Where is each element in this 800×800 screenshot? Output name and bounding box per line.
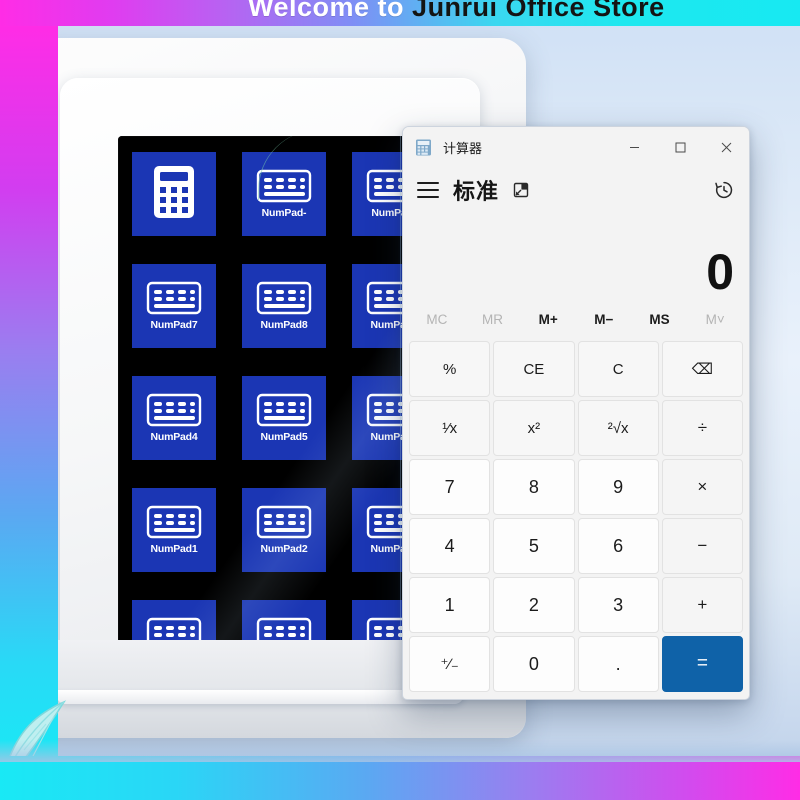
calculator-mode-title: 标准 bbox=[453, 179, 500, 204]
memory-dropdown-button[interactable]: M˅ bbox=[687, 312, 743, 327]
keyboard-icon bbox=[146, 393, 202, 427]
key-tile[interactable]: NumPad- bbox=[242, 152, 326, 236]
screenshot-root: NumPad- NumPad* NumPad7 NumPad8 NumPad9 … bbox=[0, 0, 800, 800]
memory-subtract-button[interactable]: M− bbox=[576, 312, 632, 327]
square-root-key[interactable]: ²√x bbox=[577, 400, 659, 456]
calculator-window-title: 计算器 bbox=[443, 140, 483, 156]
equals-key[interactable]: = bbox=[661, 636, 743, 692]
calculator-icon bbox=[154, 166, 194, 218]
key-tile[interactable]: NumPad2 bbox=[242, 488, 326, 572]
digit-7-key[interactable]: 7 bbox=[409, 459, 491, 515]
maximize-icon bbox=[675, 142, 685, 152]
digit-2-key[interactable]: 2 bbox=[493, 577, 575, 633]
digit-9-key[interactable]: 9 bbox=[577, 459, 659, 515]
key-tile-label: NumPad5 bbox=[260, 431, 308, 443]
digit-8-key[interactable]: 8 bbox=[493, 459, 575, 515]
key-tile[interactable]: NumPad8 bbox=[242, 264, 326, 348]
digit-0-key[interactable]: 0 bbox=[493, 636, 575, 692]
key-tile-label: NumPad2 bbox=[260, 543, 308, 555]
clear-entry-key[interactable]: CE bbox=[493, 341, 575, 397]
minimize-button[interactable] bbox=[611, 127, 657, 167]
keep-on-top-icon[interactable] bbox=[511, 180, 531, 200]
keyboard-icon bbox=[146, 281, 202, 315]
close-button[interactable] bbox=[703, 127, 749, 167]
key-tile[interactable]: NumPad7 bbox=[132, 264, 216, 348]
keyboard-icon bbox=[256, 169, 312, 203]
decimal-point-key[interactable]: . bbox=[577, 636, 659, 692]
square-key[interactable]: x² bbox=[493, 400, 575, 456]
digit-3-key[interactable]: 3 bbox=[577, 577, 659, 633]
reciprocal-key[interactable]: ¹⁄x bbox=[409, 400, 491, 456]
key-tile-label: NumPad4 bbox=[150, 431, 198, 443]
store-banner: Welcome to Junrui Office Store bbox=[0, 0, 800, 26]
calculator-command-bar: 标准 bbox=[403, 167, 749, 213]
digit-6-key[interactable]: 6 bbox=[577, 518, 659, 574]
maximize-button[interactable] bbox=[657, 127, 703, 167]
subtract-key[interactable]: − bbox=[661, 518, 743, 574]
key-tile[interactable]: NumPad4 bbox=[132, 376, 216, 460]
sign-toggle-key[interactable]: ⁺∕₋ bbox=[409, 636, 491, 692]
multiply-key[interactable]: × bbox=[661, 459, 743, 515]
key-tile-label: NumPad8 bbox=[260, 319, 308, 331]
memory-clear-button[interactable]: MC bbox=[409, 312, 465, 327]
digit-4-key[interactable]: 4 bbox=[409, 518, 491, 574]
banner-brand-text: Junrui Office Store bbox=[412, 0, 665, 22]
calculator-icon bbox=[416, 139, 431, 155]
memory-add-button[interactable]: M+ bbox=[520, 312, 576, 327]
key-tile[interactable] bbox=[132, 152, 216, 236]
key-tile-label: NumPad7 bbox=[150, 319, 198, 331]
key-tile-label: NumPad- bbox=[261, 207, 307, 219]
memory-store-button[interactable]: MS bbox=[632, 312, 688, 327]
digit-5-key[interactable]: 5 bbox=[493, 518, 575, 574]
memory-recall-button[interactable]: MR bbox=[465, 312, 521, 327]
digit-1-key[interactable]: 1 bbox=[409, 577, 491, 633]
window-controls bbox=[611, 127, 749, 167]
keyboard-icon bbox=[256, 393, 312, 427]
close-icon bbox=[721, 142, 731, 152]
calculator-titlebar[interactable]: 计算器 bbox=[403, 127, 749, 167]
history-icon[interactable] bbox=[713, 179, 735, 201]
add-key[interactable]: + bbox=[661, 577, 743, 633]
display-value: 0 bbox=[706, 244, 734, 300]
minimize-icon bbox=[629, 146, 639, 148]
calculator-display: 0 bbox=[403, 213, 749, 299]
clear-key[interactable]: C bbox=[577, 341, 659, 397]
calculator-keypad: % CE C ⌫ ¹⁄x x² ²√x ÷ 7 8 9 × 4 5 6 − 1 … bbox=[403, 339, 749, 698]
memory-buttons-row: MC MR M+ M− MS M˅ bbox=[403, 299, 749, 339]
key-tile-label: NumPad1 bbox=[150, 543, 198, 555]
calculator-window: 计算器 标准 0 MC MR M+ M− MS M˅ % CE C ⌫ ¹⁄x … bbox=[402, 126, 750, 700]
key-tile[interactable]: NumPad1 bbox=[132, 488, 216, 572]
keyboard-icon bbox=[146, 505, 202, 539]
backspace-key[interactable]: ⌫ bbox=[661, 341, 743, 397]
store-banner-text: Welcome to Junrui Office Store bbox=[248, 0, 665, 23]
bottom-gradient-strip bbox=[0, 740, 800, 800]
divide-key[interactable]: ÷ bbox=[661, 400, 743, 456]
keyboard-icon bbox=[256, 505, 312, 539]
key-tile[interactable]: NumPad5 bbox=[242, 376, 326, 460]
left-gradient-strip bbox=[0, 26, 58, 766]
percent-key[interactable]: % bbox=[409, 341, 491, 397]
hamburger-menu-icon[interactable] bbox=[417, 182, 439, 198]
banner-welcome-text: Welcome to bbox=[248, 0, 413, 22]
keyboard-icon bbox=[256, 281, 312, 315]
